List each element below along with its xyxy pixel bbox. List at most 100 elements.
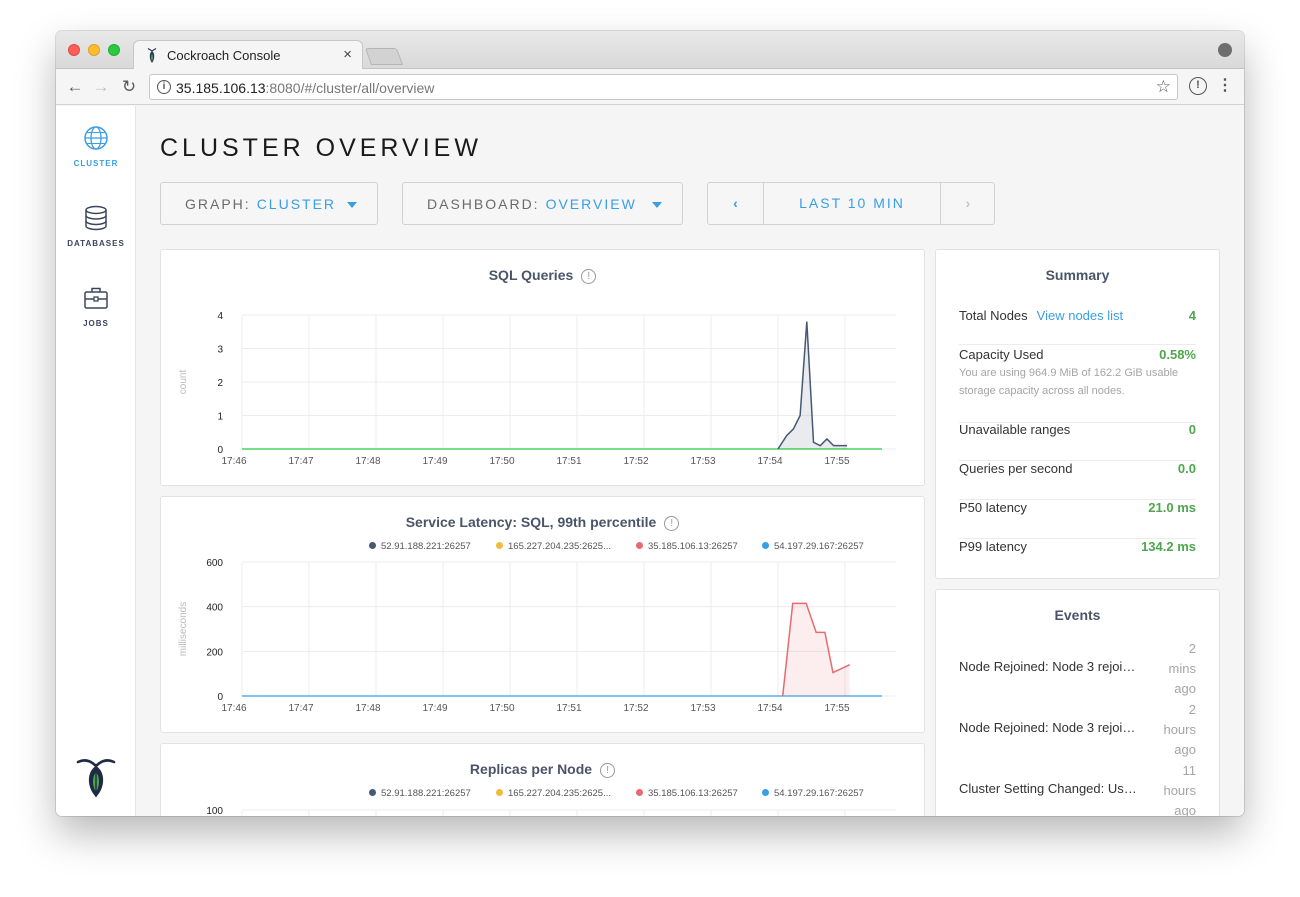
dashboard-dropdown[interactable]: DASHBOARD: OVERVIEW: [402, 182, 683, 225]
x-tick-label: 17:51: [556, 703, 581, 714]
service-latency-info-icon[interactable]: !: [664, 516, 680, 531]
x-tick-label: 17:46: [221, 456, 246, 467]
profile-icon[interactable]: [1218, 43, 1232, 57]
extension-icon[interactable]: !: [1189, 77, 1207, 95]
legend-label: 165.227.204.235:2625...: [508, 788, 612, 799]
forward-arrow-icon[interactable]: →: [90, 76, 112, 98]
series-area: [782, 603, 850, 696]
legend-label: 54.197.29.167:26257: [774, 541, 864, 552]
legend-dot: [762, 542, 769, 549]
browser-window: Cockroach Console × ← → ↻ i 35.185.106.1…: [56, 31, 1244, 816]
p99-value: 134.2 ms: [1141, 539, 1196, 554]
replicas-per-node-card: Replicas per Node! 52.91.188.221:26257 1…: [160, 743, 925, 816]
y-tick-label: 200: [206, 647, 223, 658]
sidebar-label-cluster: CLUSTER: [73, 159, 119, 168]
url-text[interactable]: 35.185.106.13:8080/#/cluster/all/overvie…: [176, 80, 434, 96]
y-tick-label: 4: [217, 311, 223, 322]
p99-row: P99 latency 134.2 ms: [959, 539, 1196, 569]
address-bar[interactable]: i 35.185.106.13:8080/#/cluster/all/overv…: [149, 74, 1178, 100]
browser-menu-icon[interactable]: ⋮: [1216, 77, 1234, 95]
legend-label: 35.185.106.13:26257: [648, 541, 738, 552]
legend-item-node-3[interactable]: 35.185.106.13:26257: [636, 541, 738, 552]
page-title: CLUSTER OVERVIEW: [160, 134, 482, 162]
dashboard-label: DASHBOARD:: [427, 196, 540, 212]
summary-panel: Summary Total Nodes View nodes list 4 Cap…: [935, 249, 1220, 579]
legend-dot: [636, 789, 643, 796]
graph-label: GRAPH:: [185, 196, 251, 212]
x-tick-label: 17:48: [355, 456, 380, 467]
cockroach-logo-icon[interactable]: [76, 756, 116, 798]
events-panel: Events Node Rejoined: Node 3 rejoined th…: [935, 589, 1220, 816]
legend-label: 52.91.188.221:26257: [381, 541, 471, 552]
unavailable-ranges-value: 0: [1188, 422, 1196, 437]
x-tick-label: 17:50: [489, 456, 514, 467]
replicas-info-icon[interactable]: !: [600, 763, 616, 778]
legend-item-node-3[interactable]: 35.185.106.13:26257: [636, 788, 738, 799]
events-title: Events: [1054, 607, 1101, 623]
legend-item-node-4[interactable]: 54.197.29.167:26257: [762, 541, 864, 552]
graph-dropdown-label: GRAPH: CLUSTER: [185, 196, 336, 212]
y-tick-label: 400: [206, 603, 223, 614]
qps-row: Queries per second 0.0: [959, 461, 1196, 500]
maximize-window-button[interactable]: [108, 44, 120, 56]
tab-close-icon[interactable]: ×: [343, 46, 352, 63]
event-text: Node Rejoined: Node 3 rejoined the clust…: [959, 720, 1139, 735]
event-time: 2 hours ago: [1163, 702, 1196, 757]
total-nodes-row: Total Nodes View nodes list 4: [959, 308, 1196, 345]
x-tick-label: 17:47: [288, 703, 313, 714]
x-tick-label: 17:52: [623, 703, 648, 714]
event-item[interactable]: Cluster Setting Changed: User root set 1…: [959, 761, 1196, 816]
sidebar-item-databases[interactable]: DATABASES: [56, 205, 136, 248]
legend-dot: [636, 542, 643, 549]
sql-queries-info-icon[interactable]: !: [581, 269, 597, 284]
site-info-icon[interactable]: i: [157, 80, 171, 94]
dashboard-caret-down-icon: [652, 202, 662, 208]
browser-tab[interactable]: Cockroach Console ×: [133, 40, 363, 70]
new-tab-button[interactable]: [364, 48, 404, 65]
event-text: Cluster Setting Changed: User root set: [959, 781, 1139, 796]
globe-icon: [84, 126, 108, 150]
time-prev-button[interactable]: ‹: [708, 183, 764, 224]
graph-caret-down-icon: [347, 202, 357, 208]
service-latency-card: Service Latency: SQL, 99th percentile! 5…: [160, 496, 925, 733]
sidebar-item-jobs[interactable]: JOBS: [56, 285, 136, 328]
event-item[interactable]: Node Rejoined: Node 3 rejoined the clust…: [959, 639, 1196, 699]
sidebar-item-cluster[interactable]: CLUSTER: [56, 125, 136, 168]
y-tick-label: 2: [217, 378, 223, 389]
bookmark-star-icon[interactable]: ☆: [1156, 77, 1171, 97]
legend-item-node-2[interactable]: 165.227.204.235:2625...: [496, 788, 611, 799]
event-time: 2 mins ago: [1168, 641, 1196, 696]
total-nodes-label-text: Total Nodes: [959, 308, 1028, 323]
briefcase-icon: [84, 287, 108, 309]
url-host: 35.185.106.13: [176, 80, 266, 96]
legend-dot: [496, 789, 503, 796]
sidebar-label-databases: DATABASES: [67, 239, 125, 248]
capacity-row: Capacity Used 0.58% You are using 964.9 …: [959, 347, 1196, 423]
view-nodes-list-link[interactable]: View nodes list: [1037, 308, 1123, 323]
legend-item-node-4[interactable]: 54.197.29.167:26257: [762, 788, 864, 799]
legend-dot: [369, 789, 376, 796]
legend-item-node-1[interactable]: 52.91.188.221:26257: [369, 788, 471, 799]
event-text: Node Rejoined: Node 3 rejoined the clust…: [959, 659, 1139, 674]
back-arrow-icon[interactable]: ←: [64, 76, 86, 98]
close-window-button[interactable]: [68, 44, 80, 56]
time-next-button[interactable]: ›: [940, 183, 995, 224]
time-range-label[interactable]: LAST 10 MIN: [764, 183, 940, 224]
y-tick-label: 600: [206, 558, 223, 569]
service-latency-chart: 0 200 400 600 17:46 17:47 17:48 17:49 17:50 17:51…: [178, 558, 896, 714]
legend-item-node-1[interactable]: 52.91.188.221:26257: [369, 541, 471, 552]
reload-icon[interactable]: ↻: [118, 76, 140, 98]
minimize-window-button[interactable]: [88, 44, 100, 56]
sidebar: CLUSTER DATABASES JOBS: [56, 106, 136, 816]
y-tick-label: 0: [217, 692, 223, 703]
y-axis-label: count: [178, 370, 189, 395]
x-tick-label: 17:46: [221, 703, 246, 714]
x-tick-label: 17:54: [757, 456, 782, 467]
series-line: [777, 321, 848, 450]
graph-dropdown[interactable]: GRAPH: CLUSTER: [160, 182, 378, 225]
legend-dot: [496, 542, 503, 549]
dashboard-value: OVERVIEW: [545, 196, 637, 212]
legend-item-node-2[interactable]: 165.227.204.235:2625...: [496, 541, 611, 552]
event-item[interactable]: Node Rejoined: Node 3 rejoined the clust…: [959, 700, 1196, 760]
capacity-note: You are using 964.9 MiB of 162.2 GiB usa…: [959, 367, 1179, 397]
